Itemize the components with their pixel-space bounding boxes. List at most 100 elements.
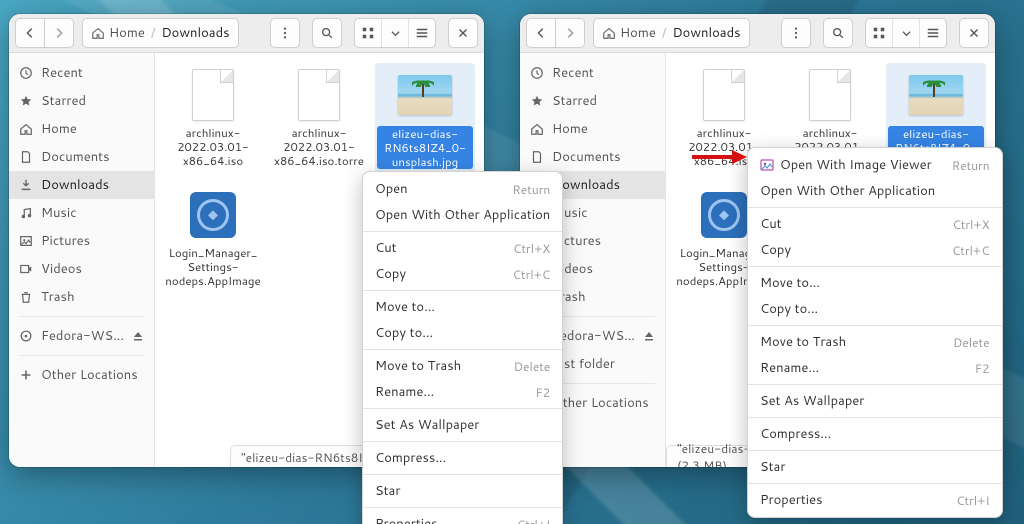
forward-button[interactable] [45, 18, 74, 48]
sidebar-item-videos[interactable]: Videos [9, 255, 154, 283]
path-current[interactable]: Downloads [666, 19, 746, 47]
sidebar-item-starred[interactable]: Starred [520, 87, 665, 115]
context-item-copy-to[interactable]: Copy to… [748, 296, 1002, 322]
sidebar-item-home[interactable]: Home [520, 115, 665, 143]
context-item-label: Copy [760, 241, 791, 259]
home-icon [602, 26, 616, 40]
file-item[interactable]: archlinux-2022.03.01-x86_64.iso.torrent [269, 63, 369, 175]
context-item-rename[interactable]: Rename…F2 [748, 355, 1002, 381]
appimage-icon [696, 187, 752, 243]
sidebar-item-starred[interactable]: Starred [9, 87, 154, 115]
context-item-rename[interactable]: Rename…F2 [363, 379, 562, 405]
context-item-copy[interactable]: CopyCtrl+C [363, 261, 562, 287]
back-button[interactable] [15, 18, 45, 48]
doc-icon [530, 150, 544, 164]
icon-view-button[interactable] [355, 19, 381, 47]
context-item-open-with-other-application[interactable]: Open With Other Application [363, 202, 562, 228]
context-item-move-to[interactable]: Move to… [363, 294, 562, 320]
context-item-label: Set As Wallpaper [375, 416, 479, 434]
context-item-star[interactable]: Star [748, 454, 1002, 480]
context-item-cut[interactable]: Cut Ctrl+X [363, 235, 562, 261]
sidebar-item-label: test folder [552, 355, 655, 373]
context-item-move-to[interactable]: Move to… [748, 270, 1002, 296]
context-item-star[interactable]: Star [363, 478, 562, 504]
context-separator [363, 290, 562, 291]
context-shortcut: Return [952, 157, 990, 174]
icon-view-button[interactable] [866, 19, 892, 47]
sidebar-item-pictures[interactable]: Pictures [9, 227, 154, 255]
context-item-compress[interactable]: Compress… [363, 445, 562, 471]
path-home[interactable]: Home [85, 19, 151, 47]
list-view-button[interactable] [408, 19, 435, 47]
context-item-set-as-wallpaper[interactable]: Set As Wallpaper [363, 412, 562, 438]
sidebar-item-documents[interactable]: Documents [9, 143, 154, 171]
search-button[interactable] [312, 18, 342, 48]
sidebar-item-home[interactable]: Home [9, 115, 154, 143]
music-icon [19, 206, 33, 220]
context-separator [748, 417, 1002, 418]
close-button[interactable] [959, 18, 989, 48]
context-item-copy[interactable]: CopyCtrl+C [748, 237, 1002, 263]
eject-icon[interactable] [643, 330, 655, 342]
sidebar-item-other-locations[interactable]: Other Locations [9, 361, 154, 389]
sidebar-item-label: Downloads [41, 176, 144, 194]
file-item[interactable]: elizeu-dias-RN6ts8IZ4_0-unsplash.jpg [375, 63, 475, 175]
home-icon [530, 122, 544, 136]
sidebar-item-downloads[interactable]: Downloads [9, 171, 154, 199]
file-icon [802, 67, 858, 123]
file-item[interactable]: archlinux-2022.03.01-x86_64.iso [163, 63, 263, 175]
context-item-open-with-image-viewer[interactable]: Open With Image ViewerReturn [748, 152, 1002, 178]
pathbar[interactable]: Home / Downloads [82, 18, 239, 48]
back-button[interactable] [526, 18, 556, 48]
context-item-label: Cut [375, 239, 397, 257]
sidebar-item-documents[interactable]: Documents [520, 143, 665, 171]
context-item-open-with-other-application[interactable]: Open With Other Application [748, 178, 1002, 204]
list-view-button[interactable] [919, 19, 946, 47]
context-item-label: Move to Trash [375, 357, 461, 375]
menu-button[interactable] [270, 18, 300, 48]
icon-view-dropdown[interactable] [892, 19, 919, 47]
sidebar-item-music[interactable]: Music [9, 199, 154, 227]
context-item-move-to-trash[interactable]: Move to TrashDelete [363, 353, 562, 379]
context-separator [748, 450, 1002, 451]
sidebar-item-label: Music [552, 204, 655, 222]
context-item-properties[interactable]: PropertiesCtrl+I [363, 511, 562, 524]
sidebar-item-label: Recent [552, 64, 655, 82]
context-item-cut[interactable]: CutCtrl+X [748, 211, 1002, 237]
context-item-properties[interactable]: PropertiesCtrl+I [748, 487, 1002, 513]
eject-icon[interactable] [132, 330, 144, 342]
path-home[interactable]: Home [596, 19, 662, 47]
star-icon [530, 94, 544, 108]
path-current[interactable]: Downloads [155, 19, 235, 47]
sidebar-item-recent[interactable]: Recent [520, 59, 665, 87]
plus-icon [19, 368, 33, 382]
context-item-label: Open With Other Application [375, 206, 550, 224]
icon-view-dropdown[interactable] [381, 19, 408, 47]
context-item-label: Compress… [760, 425, 831, 443]
forward-button[interactable] [556, 18, 585, 48]
pathbar[interactable]: Home / Downloads [593, 18, 750, 48]
search-button[interactable] [823, 18, 853, 48]
context-item-label: Move to… [375, 298, 435, 316]
clock-icon [530, 66, 544, 80]
context-item-compress[interactable]: Compress… [748, 421, 1002, 447]
context-item-set-as-wallpaper[interactable]: Set As Wallpaper [748, 388, 1002, 414]
context-item-label: Rename… [375, 383, 434, 401]
context-menu: Open With Image ViewerReturnOpen With Ot… [747, 147, 1003, 518]
sidebar-item-fedora-ws-li-[interactable]: Fedora-WS-Li… [9, 322, 154, 350]
file-item[interactable]: Login_Manager_Settings-nodeps.AppImage [163, 183, 263, 293]
context-separator [363, 349, 562, 350]
sidebar-item-recent[interactable]: Recent [9, 59, 154, 87]
context-item-copy-to[interactable]: Copy to… [363, 320, 562, 346]
sidebar-item-label: Downloads [552, 176, 655, 194]
sidebar-item-trash[interactable]: Trash [9, 283, 154, 311]
context-item-move-to-trash[interactable]: Move to TrashDelete [748, 329, 1002, 355]
context-item-open[interactable]: OpenReturn [363, 176, 562, 202]
close-button[interactable] [448, 18, 478, 48]
context-shortcut: Ctrl+I [956, 492, 990, 509]
menu-button[interactable] [781, 18, 811, 48]
context-item-label: Open [375, 180, 408, 198]
context-shortcut: Ctrl+X [513, 240, 550, 257]
video-icon [19, 262, 33, 276]
appimage-icon [185, 187, 241, 243]
